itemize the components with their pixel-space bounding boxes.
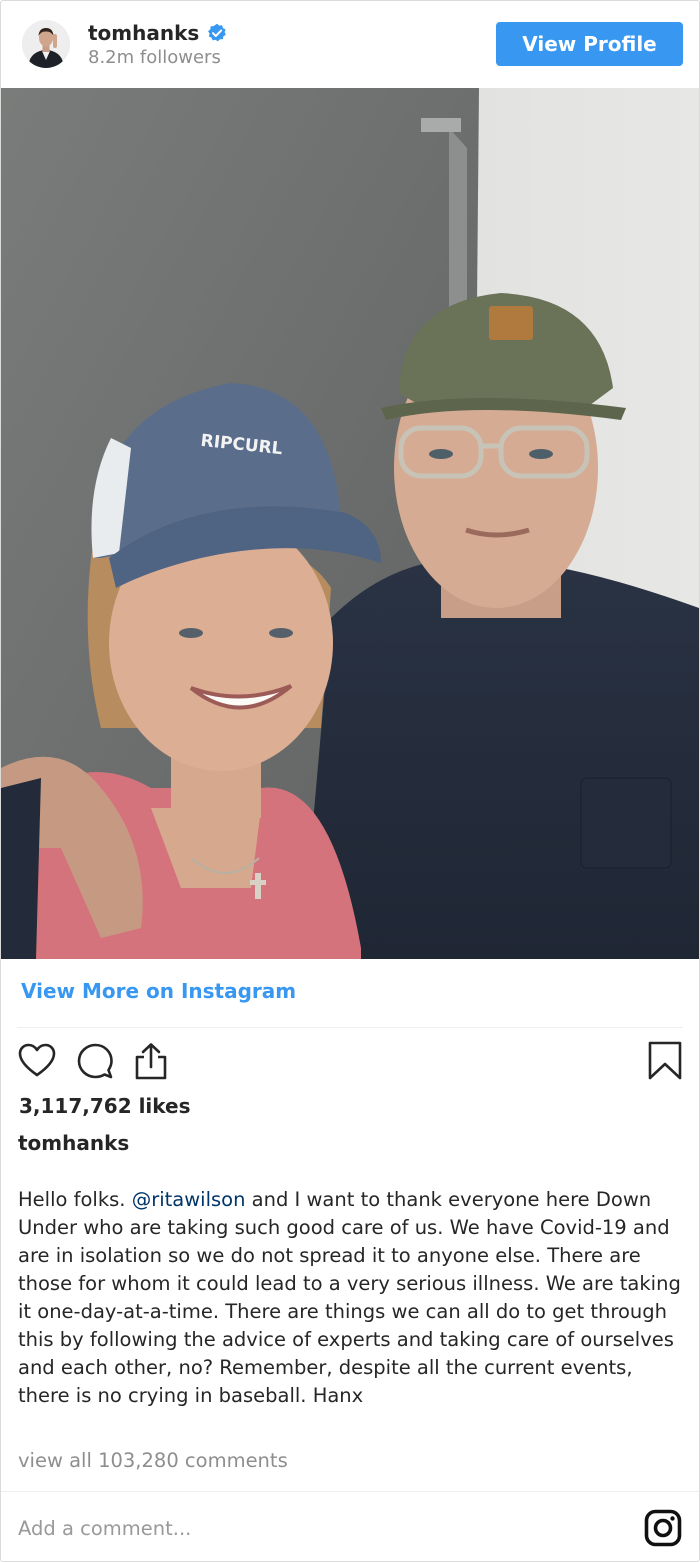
instagram-embed-card: tomhanks 8.2m followers View Profile RIP… [0, 0, 700, 1562]
verified-badge-icon [208, 23, 227, 42]
view-all-comments-link[interactable]: view all 103,280 comments [18, 1449, 288, 1472]
view-profile-button[interactable]: View Profile [496, 22, 683, 66]
like-count[interactable]: 3,117,762 likes [19, 1094, 191, 1118]
username[interactable]: tomhanks [88, 21, 199, 45]
caption-text-start: Hello folks. [18, 1188, 132, 1211]
action-bar [17, 1041, 685, 1083]
post-caption: Hello folks. @ritawilson and I want to t… [18, 1186, 686, 1410]
post-photo[interactable]: RIPCURL [1, 88, 699, 959]
caption-username[interactable]: tomhanks [18, 1131, 129, 1155]
add-comment-input[interactable] [18, 1513, 618, 1543]
bookmark-icon[interactable] [645, 1041, 685, 1081]
heart-icon[interactable] [17, 1041, 57, 1081]
instagram-logo-icon[interactable] [644, 1509, 682, 1547]
couple-selfie-image: RIPCURL [1, 88, 699, 959]
post-header: tomhanks 8.2m followers View Profile [1, 1, 699, 87]
divider [1, 1491, 699, 1492]
avatar[interactable] [22, 20, 70, 68]
divider [17, 1027, 683, 1028]
username-row: tomhanks [88, 21, 227, 45]
speech-bubble-icon[interactable] [75, 1041, 115, 1081]
follower-count: 8.2m followers [88, 47, 221, 68]
view-more-on-instagram-link[interactable]: View More on Instagram [21, 979, 296, 1003]
mention-link[interactable]: @ritawilson [132, 1188, 246, 1211]
share-icon[interactable] [131, 1041, 171, 1081]
caption-text-end: and I want to thank everyone here Down U… [18, 1188, 681, 1407]
